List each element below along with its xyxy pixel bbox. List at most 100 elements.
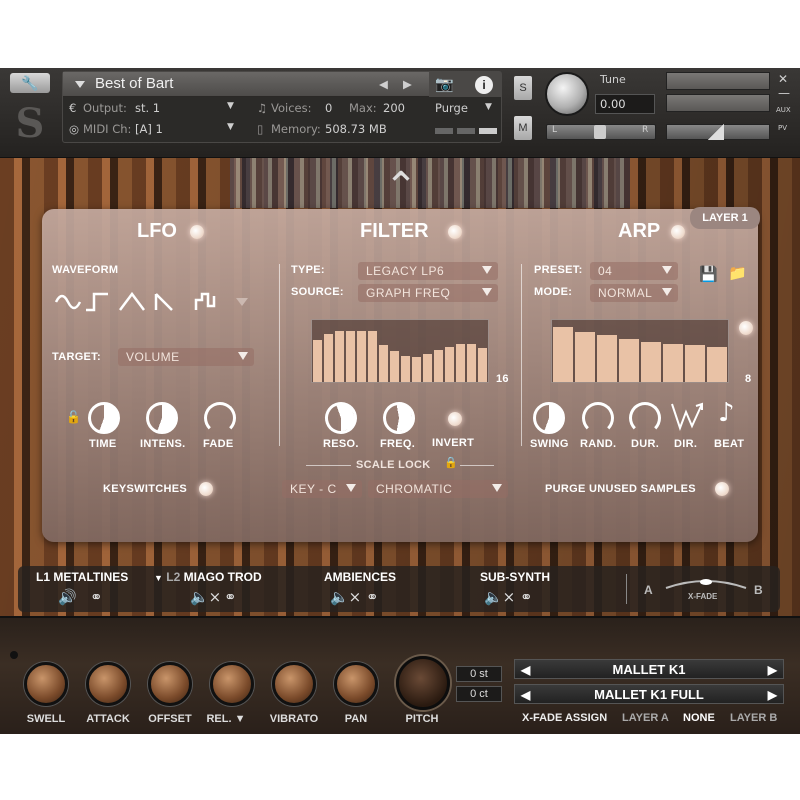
prev-arrow-icon[interactable]: ◀ <box>521 685 530 705</box>
close-icon[interactable]: ✕ <box>778 72 788 86</box>
step-bar[interactable] <box>456 343 465 382</box>
arp-preset-dropdown[interactable]: 04 <box>590 262 678 280</box>
step-bar[interactable] <box>641 342 661 382</box>
pan-handle[interactable] <box>594 125 606 139</box>
step-bar[interactable] <box>597 334 617 382</box>
purge-dropdown-icon[interactable]: ▼ <box>485 102 492 112</box>
output-value[interactable]: st. 1 <box>135 101 160 115</box>
max-voices-value[interactable]: 200 <box>383 101 405 115</box>
preset-selector-2[interactable]: ◀ MALLET K1 FULL ▶ <box>514 684 784 704</box>
arp-rand-knob[interactable] <box>582 402 614 434</box>
next-arrow-icon[interactable]: ▶ <box>768 660 777 680</box>
aux-button[interactable]: AUX <box>776 106 791 114</box>
lock-icon[interactable]: 🔓 <box>66 410 81 424</box>
tune-value[interactable]: 0.00 <box>595 94 655 114</box>
arp-power-toggle[interactable] <box>671 225 685 239</box>
offset-knob[interactable] <box>148 662 192 706</box>
wrench-icon[interactable]: 🔧 <box>10 73 50 93</box>
step-bar[interactable] <box>335 331 344 382</box>
pan-knob[interactable] <box>334 662 378 706</box>
scale-dropdown[interactable]: CHROMATIC <box>368 480 508 498</box>
step-bar[interactable] <box>379 344 388 382</box>
step-bar[interactable] <box>423 354 432 382</box>
arp-step-graph[interactable] <box>551 319 729 383</box>
filter-invert-toggle[interactable] <box>448 412 462 426</box>
link-icon[interactable]: ⚭ <box>90 588 103 606</box>
camera-icon[interactable]: 📷 <box>435 75 454 93</box>
xfade-option-layer-b[interactable]: LAYER B <box>730 712 777 724</box>
prev-instrument-icon[interactable]: ◀ <box>379 77 388 91</box>
filter-type-dropdown[interactable]: LEGACY LP6 <box>358 262 498 280</box>
link-icon[interactable]: ⚭ <box>520 588 533 606</box>
step-bar[interactable] <box>467 343 476 382</box>
speaker-on-icon[interactable]: 🔊 <box>58 588 77 606</box>
step-bar[interactable] <box>553 327 573 382</box>
arp-mode-dropdown[interactable]: NORMAL <box>590 284 678 302</box>
arp-direction-icon[interactable] <box>670 400 706 434</box>
minimize-icon[interactable]: — <box>778 86 790 100</box>
output-dropdown-icon[interactable]: ▼ <box>227 101 234 111</box>
pitch-cents[interactable]: 0 ct <box>456 686 502 702</box>
tune-knob[interactable] <box>545 72 589 116</box>
step-bar[interactable] <box>324 333 333 382</box>
speaker-muted-icon[interactable]: 🔈× <box>190 588 221 606</box>
step-bar[interactable] <box>357 330 366 382</box>
purge-segment[interactable] <box>457 128 475 134</box>
step-bar[interactable] <box>346 330 355 382</box>
purge-segment[interactable] <box>479 128 497 134</box>
prev-arrow-icon[interactable]: ◀ <box>521 660 530 680</box>
arp-dur-knob[interactable] <box>629 402 661 434</box>
target-dropdown[interactable]: VOLUME <box>118 348 254 366</box>
collapse-chevron-icon[interactable]: ⌃ <box>376 160 426 210</box>
midi-dropdown-icon[interactable]: ▼ <box>227 122 234 132</box>
preset-selector-1[interactable]: ◀ MALLET K1 ▶ <box>514 659 784 679</box>
release-label[interactable]: REL. ▼ <box>196 713 256 725</box>
step-bar[interactable] <box>575 332 595 382</box>
instrument-name[interactable]: Best of Bart <box>95 75 173 92</box>
scale-lock-icon[interactable]: 🔒 <box>444 456 458 469</box>
filter-power-toggle[interactable] <box>448 225 462 239</box>
step-bar[interactable] <box>663 343 683 382</box>
step-bar[interactable] <box>445 346 454 382</box>
xfade-option-layer-a[interactable]: LAYER A <box>622 712 669 724</box>
filter-step-graph[interactable] <box>311 319 489 383</box>
layer-badge[interactable]: LAYER 1 <box>690 207 760 229</box>
step-bar[interactable] <box>390 351 399 382</box>
step-bar[interactable] <box>434 349 443 382</box>
lfo-time-knob[interactable] <box>88 402 120 434</box>
solo-button[interactable]: S <box>514 76 532 100</box>
step-bar[interactable] <box>619 338 639 382</box>
pv-button[interactable]: PV <box>778 124 787 132</box>
purge-segment[interactable] <box>435 128 453 134</box>
step-bar[interactable] <box>707 346 727 382</box>
filter-source-dropdown[interactable]: GRAPH FREQ <box>358 284 498 302</box>
beat-note-icon[interactable]: ♪ <box>718 398 735 428</box>
lfo-intensity-knob[interactable] <box>146 402 178 434</box>
waveform-selector[interactable] <box>54 288 254 314</box>
key-dropdown[interactable]: KEY - C <box>282 480 362 498</box>
xfade-slider[interactable] <box>664 574 748 594</box>
lfo-power-toggle[interactable] <box>190 225 204 239</box>
layer-tab-4[interactable]: SUB-SYNTH <box>480 570 550 584</box>
step-bar[interactable] <box>412 357 421 382</box>
folder-icon[interactable]: 📁 <box>728 264 747 282</box>
step-bar[interactable] <box>401 355 410 382</box>
layer-tab-3[interactable]: AMBIENCES <box>324 570 396 584</box>
purge-unused-toggle[interactable] <box>715 482 729 496</box>
speaker-muted-icon[interactable]: 🔈× <box>330 588 361 606</box>
step-bar[interactable] <box>685 344 705 382</box>
link-icon[interactable]: ⚭ <box>366 588 379 606</box>
pitch-knob[interactable] <box>396 656 450 710</box>
step-bar[interactable] <box>478 347 487 382</box>
attack-knob[interactable] <box>86 662 130 706</box>
midi-value[interactable]: [A] 1 <box>135 122 163 136</box>
lfo-fade-knob[interactable] <box>204 402 236 434</box>
layer-tab-1[interactable]: L1 METALTINES <box>36 570 128 584</box>
step-bar[interactable] <box>313 339 322 382</box>
next-instrument-icon[interactable]: ▶ <box>403 77 412 91</box>
keyswitches-toggle[interactable] <box>199 482 213 496</box>
arp-swing-knob[interactable] <box>533 402 565 434</box>
swell-knob[interactable] <box>24 662 68 706</box>
speaker-muted-icon[interactable]: 🔈× <box>484 588 515 606</box>
purge-menu[interactable]: Purge <box>435 101 468 115</box>
